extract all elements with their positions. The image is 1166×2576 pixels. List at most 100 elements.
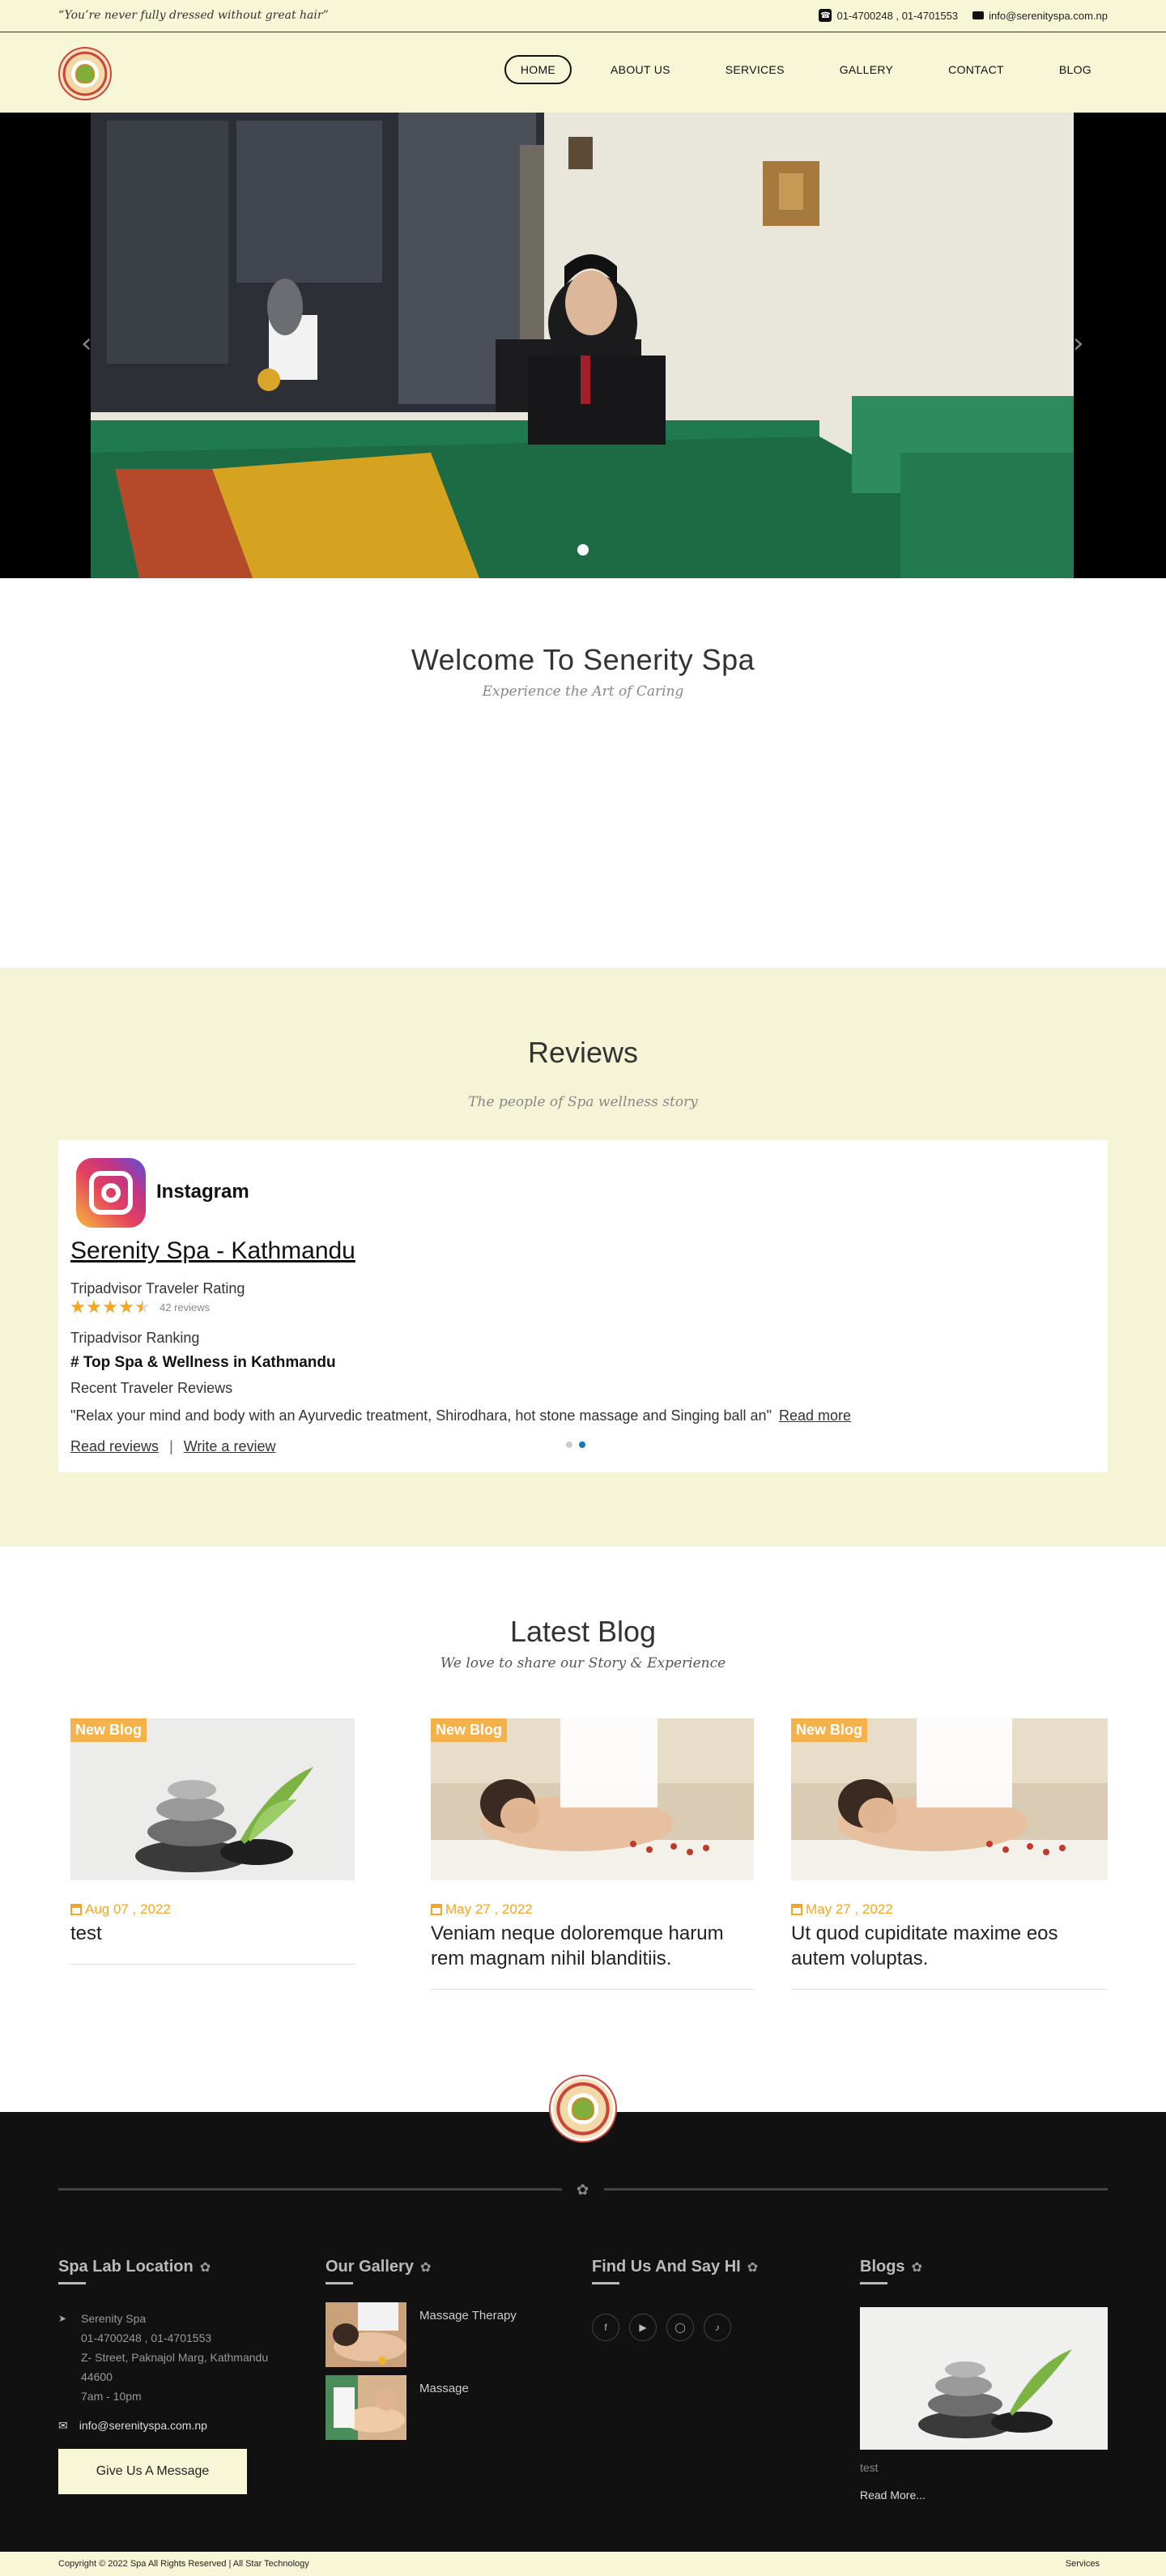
site-footer: ✿ Spa Lab Location ✿ ➤ Serenity Spa 01-470… <box>0 2112 1166 2552</box>
footer-address: Z- Street, Paknajol Marg, Kathmandu <box>81 2351 269 2364</box>
nav-services[interactable]: SERVICES <box>709 55 801 84</box>
footer-phone[interactable]: 01-4700248 , 01-4701553 <box>81 2328 211 2348</box>
blog-date: May 27 , 2022 <box>791 1901 1108 1918</box>
gallery-item-label[interactable]: Massage <box>419 2382 469 2440</box>
site-logo[interactable] <box>58 47 112 100</box>
gallery-item[interactable]: Massage Therapy <box>326 2302 536 2367</box>
spa-name: Serenity Spa <box>81 2312 147 2325</box>
main-navbar: HOME ABOUT US SERVICES GALLERY CONTACT B… <box>0 32 1166 113</box>
footer-blogs: Blogs ✿ test Read More... <box>860 2258 1108 2501</box>
gallery-thumbnail[interactable] <box>326 2302 406 2367</box>
top-bar: “You’re never fully dressed without grea… <box>0 0 1166 32</box>
half-star-icon <box>135 1300 150 1314</box>
chevron-left-icon[interactable]: ‹ <box>81 327 105 360</box>
rating-label: Tripadvisor Traveler Rating <box>70 1280 245 1297</box>
nav-home[interactable]: HOME <box>504 55 572 84</box>
welcome-section: Welcome To Senerity Spa Experience the A… <box>0 578 1166 968</box>
give-message-button[interactable]: Give Us A Message <box>58 2449 247 2494</box>
blog-card[interactable]: New Blog May 27 , 2022 Veniam neque dolo… <box>431 1718 754 1991</box>
copyright-bar: Copyright © 2022 Spa All Rights Reserved… <box>0 2552 1166 2576</box>
blog-post-title[interactable]: Veniam neque doloremque harum rem magnam… <box>431 1921 754 1989</box>
blog-card[interactable]: New Blog Aug 07 , 2022 test <box>70 1718 355 1965</box>
tiktok-icon[interactable]: ♪ <box>704 2314 731 2341</box>
review-count[interactable]: 42 reviews <box>160 1301 210 1314</box>
nav-about-us[interactable]: ABOUT US <box>594 55 687 84</box>
top-email[interactable]: info@serenityspa.com.np <box>989 10 1108 22</box>
calendar-icon <box>70 1904 82 1915</box>
footer-blog-image[interactable] <box>860 2307 1108 2450</box>
carousel-dot-active[interactable] <box>579 1441 585 1448</box>
footer-gallery: Our Gallery ✿ Massage Therapy Massage <box>326 2258 536 2440</box>
footer-postal: 44600 <box>81 2370 113 2383</box>
gallery-item[interactable]: Massage <box>326 2375 536 2440</box>
blog-section: Latest Blog We love to share our Story &… <box>0 1547 1166 2112</box>
write-review-link[interactable]: Write a review <box>184 1438 276 1454</box>
nav-gallery[interactable]: GALLERY <box>823 55 909 84</box>
blog-card[interactable]: New Blog May 27 , 2022 Ut quod cupiditat… <box>791 1718 1108 1991</box>
welcome-subtitle: Experience the Art of Caring <box>482 683 684 700</box>
facebook-icon[interactable]: f <box>592 2314 619 2341</box>
blogs-heading: Blogs <box>860 2258 905 2276</box>
location-details: ➤ Serenity Spa 01-4700248 , 01-4701553 Z-… <box>58 2309 301 2406</box>
reviews-subtitle: The people of Spa wellness story <box>468 1094 698 1110</box>
blog-post-title[interactable]: Ut quod cupiditate maxime eos autem volu… <box>791 1921 1108 1989</box>
location-heading: Spa Lab Location <box>58 2258 194 2276</box>
star-icon <box>87 1300 101 1314</box>
review-quote: "Relax your mind and body with an Ayurve… <box>70 1407 851 1424</box>
lotus-icon <box>75 64 95 83</box>
calendar-icon <box>791 1904 802 1915</box>
footer-read-more[interactable]: Read More... <box>860 2489 1108 2501</box>
footer-email-row: ✉ info@serenityspa.com.np <box>58 2419 301 2433</box>
mail-icon <box>972 11 985 19</box>
welcome-title: Welcome To Senerity Spa <box>411 643 755 676</box>
top-phone[interactable]: 01-4700248 , 01-4701553 <box>836 10 958 22</box>
flower-icon: ✿ <box>911 2261 922 2275</box>
blog-thumbnail[interactable]: New Blog <box>791 1718 1108 1880</box>
blog-post-title[interactable]: test <box>70 1921 355 1964</box>
calendar-icon <box>431 1904 442 1915</box>
carousel-dot[interactable] <box>566 1441 572 1448</box>
read-reviews-link[interactable]: Read reviews <box>70 1438 159 1454</box>
mail-icon: ✉ <box>58 2419 68 2432</box>
new-blog-badge: New Blog <box>791 1718 868 1742</box>
chevron-right-icon[interactable]: › <box>1073 327 1097 360</box>
business-link[interactable]: Serenity Spa - Kathmandu <box>70 1237 355 1265</box>
location-arrow-icon: ➤ <box>58 2313 67 2324</box>
ranking-label: Tripadvisor Ranking <box>70 1330 200 1346</box>
instagram-icon[interactable]: ◯ <box>666 2314 694 2341</box>
blog-thumbnail[interactable]: New Blog <box>70 1718 355 1880</box>
gallery-thumbnail[interactable] <box>326 2375 406 2440</box>
review-quote-text: "Relax your mind and body with an Ayurve… <box>70 1407 772 1424</box>
star-icon <box>70 1300 85 1314</box>
hero-image <box>91 113 1074 578</box>
reviews-title: Reviews <box>527 1036 639 1069</box>
reviews-section: Reviews The people of Spa wellness story… <box>0 968 1166 1547</box>
gallery-item-label[interactable]: Massage Therapy <box>419 2309 517 2367</box>
nav-contact[interactable]: CONTACT <box>932 55 1020 84</box>
main-nav: HOME ABOUT US SERVICES GALLERY CONTACT B… <box>482 55 1108 84</box>
review-carousel-dots <box>566 1441 585 1448</box>
gallery-heading: Our Gallery <box>326 2258 414 2276</box>
social-links: f ▶ ◯ ♪ <box>592 2314 802 2341</box>
instagram-icon <box>76 1158 146 1228</box>
youtube-icon[interactable]: ▶ <box>629 2314 657 2341</box>
nav-blog[interactable]: BLOG <box>1043 55 1108 84</box>
read-more-link[interactable]: Read more <box>779 1407 851 1424</box>
footer-services-link[interactable]: Services <box>1066 2559 1100 2569</box>
slider-dot[interactable] <box>577 544 589 556</box>
new-blog-badge: New Blog <box>431 1718 508 1742</box>
footer-email[interactable]: info@serenityspa.com.np <box>79 2419 207 2433</box>
review-card: Instagram Serenity Spa - Kathmandu Tripa… <box>58 1140 1108 1472</box>
star-icon <box>119 1300 134 1314</box>
footer-logo[interactable] <box>551 2076 615 2141</box>
star-icon <box>103 1300 117 1314</box>
blog-thumbnail[interactable]: New Blog <box>431 1718 754 1880</box>
flower-icon: ✿ <box>577 2182 589 2198</box>
hero-slider: ‹ › <box>0 113 1166 578</box>
platform-name: Instagram <box>156 1181 249 1203</box>
link-separator: | <box>169 1438 173 1454</box>
footer-blog-title[interactable]: test <box>860 2461 1108 2474</box>
flower-icon: ✿ <box>747 2261 759 2275</box>
flower-icon: ✿ <box>419 2261 432 2275</box>
new-blog-badge: New Blog <box>70 1718 147 1742</box>
